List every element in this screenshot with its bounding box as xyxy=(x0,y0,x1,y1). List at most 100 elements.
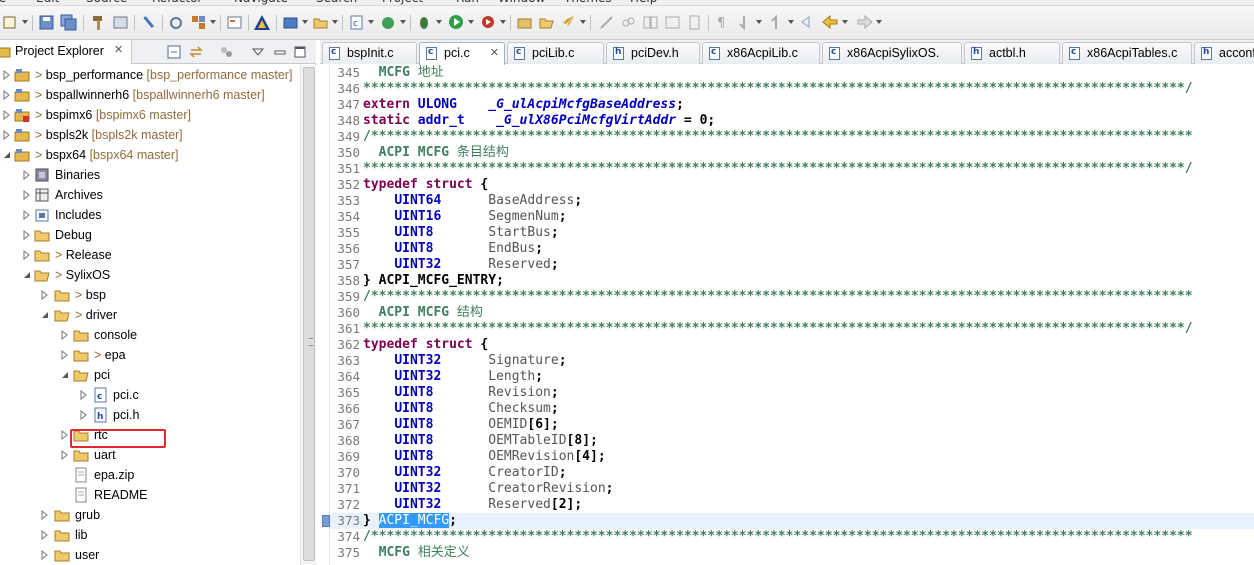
chevron-right-icon[interactable] xyxy=(22,249,32,261)
prev-annotation-icon[interactable] xyxy=(768,14,785,31)
menu-item-file[interactable]: File xyxy=(0,0,6,5)
save-icon[interactable] xyxy=(38,14,55,31)
chevron-down-icon[interactable] xyxy=(40,309,50,319)
chevron-right-icon[interactable] xyxy=(2,69,12,81)
chevron-right-icon[interactable] xyxy=(22,209,32,221)
link-icon[interactable] xyxy=(620,14,637,31)
prev-annotation-dropdown-icon[interactable] xyxy=(788,20,794,24)
code-line[interactable]: 368 UINT8 OEMTableID[8]; xyxy=(330,433,1254,449)
chevron-down-icon[interactable] xyxy=(2,149,12,159)
tree-item-lib[interactable]: lib xyxy=(0,525,300,545)
chevron-right-icon[interactable] xyxy=(2,129,12,141)
build-all-icon[interactable] xyxy=(112,14,129,31)
chevron-right-icon[interactable] xyxy=(79,389,89,401)
new-dropdown-icon[interactable] xyxy=(22,20,28,24)
new-icon[interactable] xyxy=(2,14,19,31)
code-line[interactable]: 351 *************************************… xyxy=(330,161,1254,177)
pilcrow-icon[interactable]: ¶ xyxy=(714,14,731,31)
code-line[interactable]: 350 ACPI MCFG 条目结构 xyxy=(330,145,1254,161)
back-dropdown-icon[interactable] xyxy=(842,20,848,24)
tree-item-driver[interactable]: > driver xyxy=(0,305,300,325)
chevron-right-icon[interactable] xyxy=(2,89,12,101)
module-icon[interactable] xyxy=(190,14,207,31)
run-dropdown-icon[interactable] xyxy=(468,20,474,24)
merge-icon[interactable] xyxy=(664,14,681,31)
debug-dropdown-icon[interactable] xyxy=(436,20,442,24)
code-line[interactable]: 367 UINT8 OEMID[6]; xyxy=(330,417,1254,433)
tree-item-includes[interactable]: Includes xyxy=(0,205,300,225)
external-tools-icon[interactable] xyxy=(480,14,497,31)
chevron-right-icon[interactable] xyxy=(40,289,50,301)
rocket-icon[interactable] xyxy=(560,14,577,31)
code-line[interactable]: 365 UINT8 Revision; xyxy=(330,385,1254,401)
new-folder-icon[interactable] xyxy=(312,14,329,31)
code-line[interactable]: 362 typedef struct { xyxy=(330,337,1254,353)
code-line[interactable]: 355 UINT8 StartBus; xyxy=(330,225,1254,241)
code-line[interactable]: 361 *************************************… xyxy=(330,321,1254,337)
code-line[interactable]: 359/************************************… xyxy=(330,289,1254,305)
new-project-icon[interactable] xyxy=(282,14,299,31)
tab-bspinit-c[interactable]: c bspInit.c xyxy=(322,42,417,64)
tree-item-bspimx6[interactable]: > bspimx6 [bspimx6 master] xyxy=(0,105,300,125)
code-line[interactable]: 357 UINT32 Reserved; xyxy=(330,257,1254,273)
tab-pcilib-c[interactable]: c pciLib.c xyxy=(507,42,604,64)
chevron-right-icon[interactable] xyxy=(60,429,70,441)
tree-item-release[interactable]: > Release xyxy=(0,245,300,265)
code-line[interactable]: 371 UINT32 CreatorRevision; xyxy=(330,481,1254,497)
close-icon[interactable]: ✕ xyxy=(114,43,123,56)
code-line[interactable]: 375 MCFG 相关定义 xyxy=(330,545,1254,561)
chevron-right-icon[interactable] xyxy=(40,529,50,541)
code-editor[interactable]: 345 MCFG 地址 346 **************************… xyxy=(320,65,1254,565)
chevron-right-icon[interactable] xyxy=(40,509,50,521)
next-annotation-dropdown-icon[interactable] xyxy=(756,20,762,24)
open-type-icon[interactable] xyxy=(226,14,243,31)
new-class-icon[interactable] xyxy=(380,14,397,31)
tree-item-readme[interactable]: README xyxy=(0,485,300,505)
tree-item-grub[interactable]: grub xyxy=(0,505,300,525)
tab-pcidev-h[interactable]: h pciDev.h xyxy=(606,42,700,64)
menu-item-navigate[interactable]: Navigate xyxy=(234,0,288,5)
code-line[interactable]: 363 UINT32 Signature; xyxy=(330,353,1254,369)
menu-item-edit[interactable]: Edit xyxy=(36,0,59,5)
code-line[interactable]: 372 UINT32 Reserved[2]; xyxy=(330,497,1254,513)
chevron-down-icon[interactable] xyxy=(22,269,32,279)
tab-actbl-h[interactable]: h actbl.h xyxy=(964,42,1060,64)
code-line[interactable]: 354 UINT16 SegmenNum; xyxy=(330,209,1254,225)
code-line[interactable]: 360 ACPI MCFG 结构 xyxy=(330,305,1254,321)
pen-icon[interactable] xyxy=(598,14,615,31)
project-explorer-tab[interactable]: Project Explorer ✕ xyxy=(0,40,132,64)
compare-icon[interactable] xyxy=(642,14,659,31)
tree-item-bsp-performance[interactable]: > bsp_performance [bsp_performance maste… xyxy=(0,65,300,85)
code-line[interactable]: 349/************************************… xyxy=(330,129,1254,145)
code-line[interactable]: 369 UINT8 OEMRevision[4]; xyxy=(330,449,1254,465)
back-icon[interactable] xyxy=(822,14,839,31)
new-project-dropdown-icon[interactable] xyxy=(302,20,308,24)
tree-item-bspx64[interactable]: > bspx64 [bspx64 master] xyxy=(0,145,300,165)
menu-item-help[interactable]: Help xyxy=(630,0,657,5)
tree-item-user[interactable]: user xyxy=(0,545,300,565)
explorer-scrollbar[interactable] xyxy=(300,65,316,565)
new-source-dropdown-icon[interactable] xyxy=(368,20,374,24)
code-line[interactable]: 374/************************************… xyxy=(330,529,1254,545)
wrench-icon[interactable] xyxy=(140,14,157,31)
menu-item-refactor[interactable]: Refactor xyxy=(152,0,202,5)
code-line[interactable]: 370 UINT32 CreatorID; xyxy=(330,465,1254,481)
chevron-right-icon[interactable] xyxy=(22,169,32,181)
tree-item-console[interactable]: console xyxy=(0,325,300,345)
filter-icon[interactable] xyxy=(218,44,234,60)
code-line[interactable]: 366 UINT8 Checksum; xyxy=(330,401,1254,417)
code-line[interactable]: 352 typedef struct { xyxy=(330,177,1254,193)
new-class-dropdown-icon[interactable] xyxy=(400,20,406,24)
menu-item-project[interactable]: Project xyxy=(382,0,423,5)
close-icon[interactable]: ✕ xyxy=(490,46,499,59)
tree-item-bsp[interactable]: > bsp xyxy=(0,285,300,305)
refresh-icon[interactable] xyxy=(168,14,185,31)
tree-item-pci[interactable]: pci xyxy=(0,365,300,385)
chevron-right-icon[interactable] xyxy=(40,549,50,561)
triangle-marker-icon[interactable] xyxy=(254,14,271,31)
chevron-right-icon[interactable] xyxy=(2,109,12,121)
menu-item-source[interactable]: Source xyxy=(86,0,127,5)
debug-bug-icon[interactable] xyxy=(416,14,433,31)
code-line[interactable]: 346 *************************************… xyxy=(330,81,1254,97)
tab-x86acpilib-c[interactable]: c x86AcpiLib.c xyxy=(702,42,820,64)
